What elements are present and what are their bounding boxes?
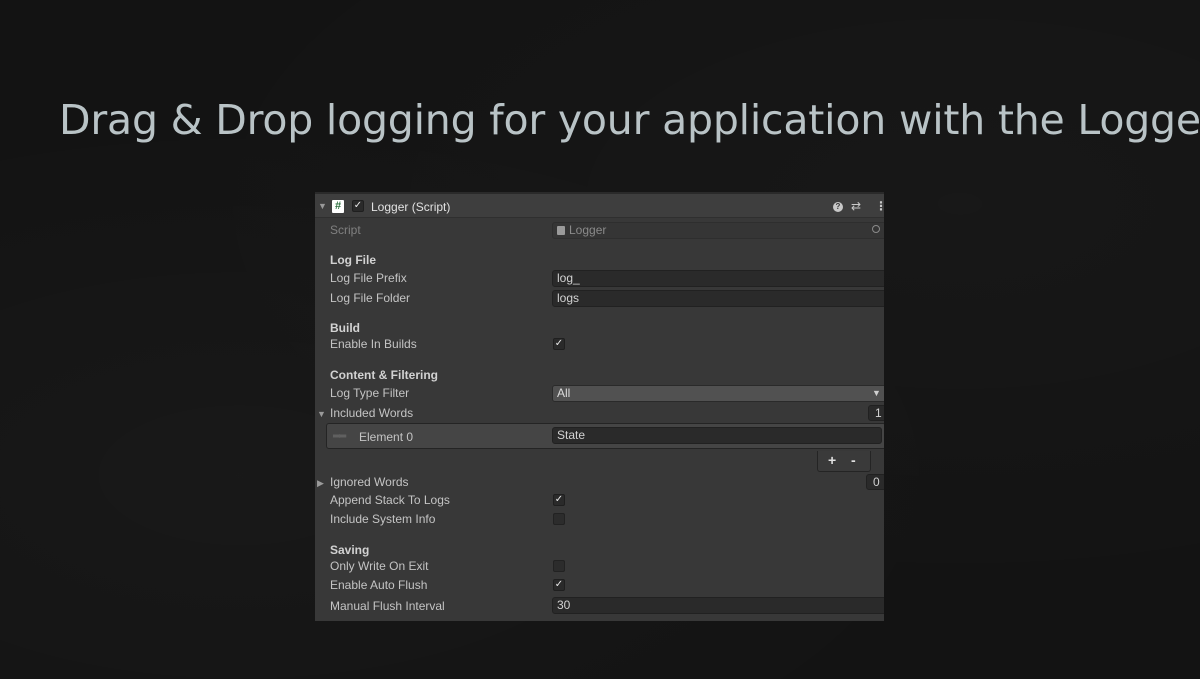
log-file-prefix-label: Log File Prefix [330, 271, 407, 285]
list-add-remove-footer: + - [817, 451, 871, 472]
enable-auto-flush-label: Enable Auto Flush [330, 578, 428, 592]
component-enabled-checkbox[interactable]: ✓ [352, 200, 364, 212]
log-type-filter-label: Log Type Filter [330, 386, 410, 400]
manual-flush-interval-input[interactable]: 30 [552, 597, 884, 614]
include-system-info-label: Include System Info [330, 512, 436, 526]
list-element-row[interactable]: ══ Element 0 State [326, 423, 884, 449]
log-file-prefix-input[interactable]: log_ [552, 270, 884, 287]
manual-flush-interval-label: Manual Flush Interval [330, 599, 445, 613]
script-field-value: Logger [569, 223, 607, 237]
only-write-on-exit-label: Only Write On Exit [330, 559, 429, 573]
script-file-icon [557, 226, 565, 235]
included-words-fold-icon[interactable]: ▼ [317, 409, 326, 419]
included-words-label: Included Words [330, 406, 414, 420]
append-stack-label: Append Stack To Logs [330, 493, 450, 507]
section-content-filtering: Content & Filtering [330, 368, 438, 382]
enable-in-builds-label: Enable In Builds [330, 337, 417, 351]
section-log-file: Log File [330, 253, 376, 267]
include-system-info-checkbox[interactable] [553, 513, 565, 525]
page-headline: Drag & Drop logging for your application… [59, 96, 1200, 144]
drag-handle-icon[interactable]: ══ [333, 431, 346, 442]
ignored-words-count[interactable]: 0 [866, 474, 884, 490]
kebab-menu-icon[interactable]: ⋮ [875, 199, 884, 213]
component-header[interactable]: ▼ # ✓ Logger (Script) ? ⇄ ⋮ [315, 192, 884, 218]
append-stack-checkbox[interactable]: ✓ [553, 494, 565, 506]
dropdown-arrow-icon: ▼ [872, 388, 881, 398]
section-saving: Saving [330, 543, 370, 557]
fold-down-icon[interactable]: ▼ [318, 201, 327, 211]
element-0-label: Element 0 [359, 430, 414, 444]
inspector-panel: ▼ # ✓ Logger (Script) ? ⇄ ⋮ Script Logge… [315, 192, 884, 621]
script-object-field[interactable]: Logger [552, 222, 884, 239]
ignored-words-label: Ignored Words [330, 475, 409, 489]
script-label: Script [330, 223, 361, 237]
element-0-input[interactable]: State [552, 427, 882, 444]
component-title: Logger (Script) [371, 200, 451, 214]
hash-script-icon: # [332, 200, 344, 213]
log-file-folder-input[interactable]: logs [552, 290, 884, 307]
enable-auto-flush-checkbox[interactable]: ✓ [553, 579, 565, 591]
log-file-folder-label: Log File Folder [330, 291, 411, 305]
object-picker-icon[interactable] [872, 225, 880, 233]
ignored-words-fold-icon[interactable]: ▶ [317, 478, 324, 489]
help-icon[interactable]: ? [833, 202, 843, 212]
only-write-on-exit-checkbox[interactable] [553, 560, 565, 572]
enable-in-builds-checkbox[interactable]: ✓ [553, 338, 565, 350]
section-build: Build [330, 321, 360, 335]
included-words-count[interactable]: 1 [868, 405, 884, 421]
log-type-filter-dropdown[interactable]: All [552, 385, 884, 402]
preset-icon[interactable]: ⇄ [851, 199, 861, 213]
remove-element-button[interactable]: - [851, 452, 856, 468]
add-element-button[interactable]: + [828, 452, 836, 468]
